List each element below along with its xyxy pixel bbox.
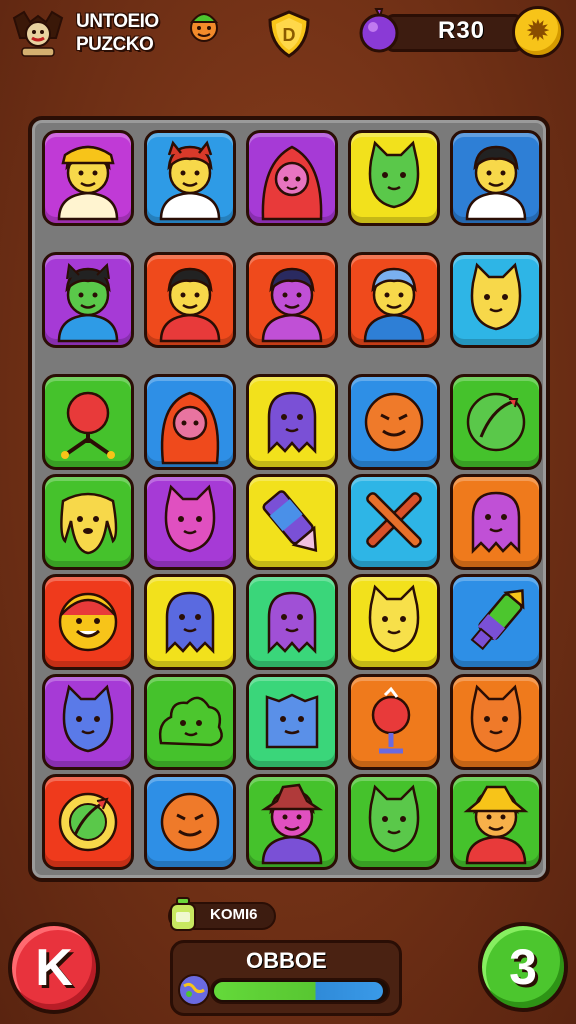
board-tile[interactable] [42, 374, 134, 470]
board-tile[interactable] [144, 474, 236, 570]
game-title: UNTOEIO PUZCKO [76, 10, 159, 56]
board-tile[interactable] [42, 474, 134, 570]
board-tile[interactable] [246, 252, 338, 348]
board-tile[interactable] [348, 774, 440, 870]
gear-icon: ✹ [525, 15, 551, 48]
board-tile[interactable] [144, 774, 236, 870]
game-logo-icon [10, 8, 66, 60]
moves-label: KOMI6 [210, 906, 258, 923]
board-tile[interactable] [450, 130, 542, 226]
game-board [28, 116, 550, 882]
board-tile[interactable] [348, 474, 440, 570]
board-tile[interactable] [246, 774, 338, 870]
board-tile[interactable] [42, 574, 134, 670]
board-tile[interactable] [348, 574, 440, 670]
purple-orb-icon [356, 5, 402, 55]
board-tile[interactable] [144, 130, 236, 226]
board-tile[interactable] [246, 674, 338, 770]
board-tile[interactable] [144, 574, 236, 670]
board-tile[interactable] [450, 374, 542, 470]
settings-button[interactable]: ✹ [512, 6, 564, 58]
progress-label: OBBOE [246, 948, 327, 973]
top-bar: UNTOEIO PUZCKO D R30 ✹ [0, 0, 576, 72]
board-tile[interactable] [348, 374, 440, 470]
globe-orb-icon [176, 972, 212, 1008]
back-button[interactable]: K [8, 922, 100, 1014]
game-title-line1: UNTOEIO [76, 11, 159, 32]
board-tile[interactable] [42, 674, 134, 770]
shield-badge-icon[interactable]: D [266, 10, 312, 58]
board-tile[interactable] [246, 130, 338, 226]
board-tile[interactable] [246, 474, 338, 570]
board-tile[interactable] [348, 130, 440, 226]
board-tile[interactable] [42, 252, 134, 348]
player-avatar-icon[interactable] [186, 6, 222, 46]
board-tile[interactable] [450, 574, 542, 670]
board-tile[interactable] [42, 774, 134, 870]
progress-fill [214, 982, 383, 1000]
board-tile[interactable] [348, 674, 440, 770]
board-tile[interactable] [348, 252, 440, 348]
shield-label: D [283, 25, 296, 45]
score-value: R30 [438, 17, 486, 44]
board-tile[interactable] [450, 474, 542, 570]
board-tile[interactable] [42, 130, 134, 226]
back-label: K [35, 939, 73, 997]
board-tile[interactable] [144, 252, 236, 348]
board-tile[interactable] [450, 674, 542, 770]
board-tile[interactable] [246, 374, 338, 470]
board-tile[interactable] [450, 252, 542, 348]
level-label: 3 [509, 939, 537, 995]
progress-bar [210, 978, 390, 1004]
board-tile[interactable] [144, 674, 236, 770]
game-title-line2: PUZCKO [76, 34, 154, 55]
board-tile[interactable] [246, 574, 338, 670]
potion-jar-icon [168, 896, 198, 932]
board-tile[interactable] [144, 374, 236, 470]
level-button[interactable]: 3 [478, 922, 568, 1012]
board-tile[interactable] [450, 774, 542, 870]
